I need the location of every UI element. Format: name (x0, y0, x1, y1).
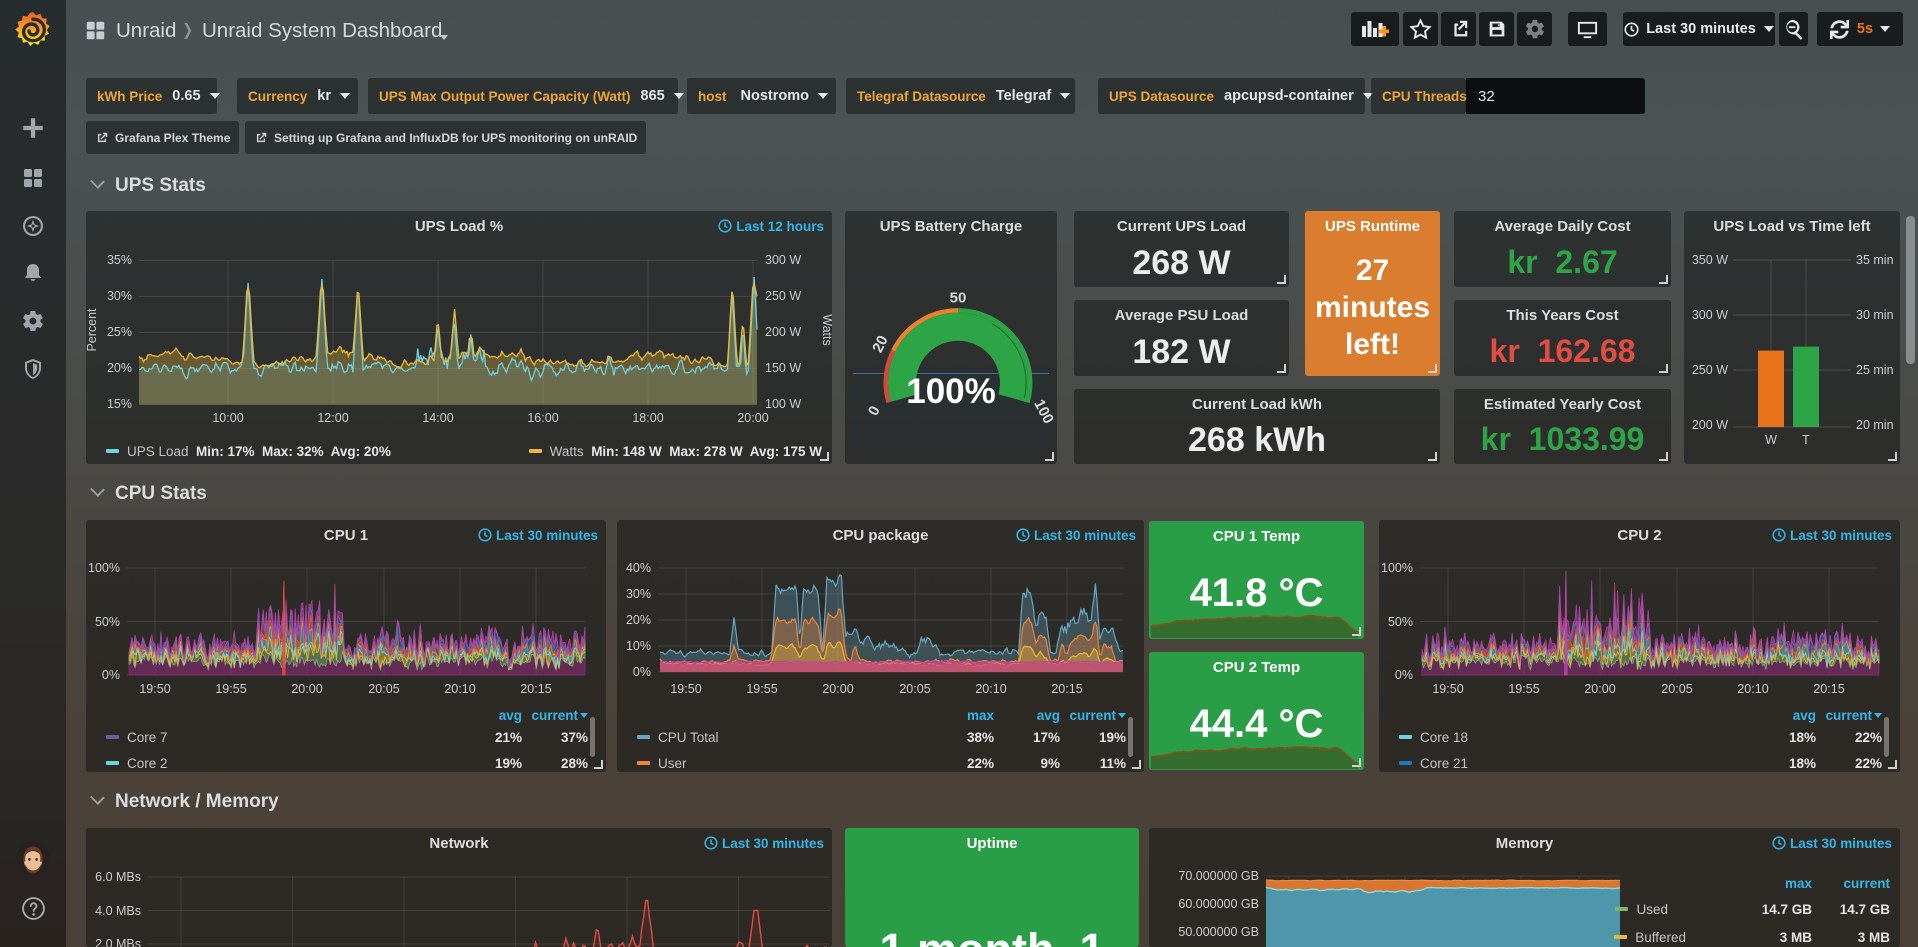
svg-text:50: 50 (950, 290, 967, 307)
svg-text:20: 20 (869, 333, 892, 355)
